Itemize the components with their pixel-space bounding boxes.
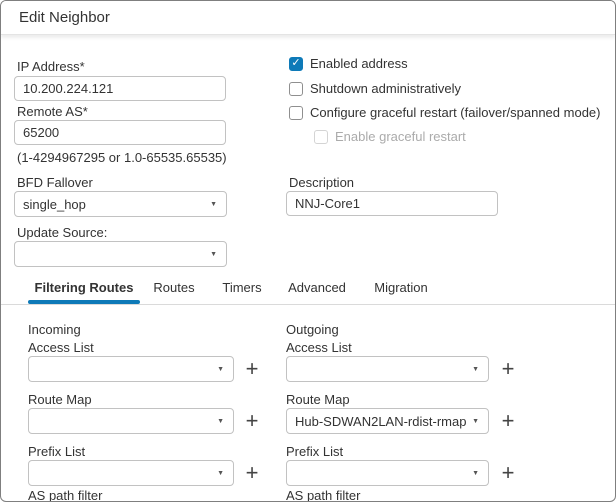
incoming-route-map-select[interactable]: ▼ [28, 408, 234, 434]
incoming-prefix-list-add-button[interactable]: + [242, 460, 262, 486]
remote-as-label: Remote AS* [17, 104, 88, 119]
remote-as-range-hint: (1-4294967295 or 1.0-65535.65535) [17, 150, 227, 165]
edit-neighbor-dialog: Edit Neighbor IP Address* Remote AS* (1-… [0, 0, 616, 502]
description-input[interactable] [286, 191, 498, 216]
tab-divider [1, 304, 615, 305]
incoming-route-map-add-button[interactable]: + [242, 408, 262, 434]
incoming-route-map-label: Route Map [28, 392, 92, 407]
enabled-address-checkbox-row[interactable]: ✓ Enabled address [289, 56, 408, 71]
enabled-address-checkbox[interactable]: ✓ [289, 57, 303, 71]
check-icon: ✓ [291, 58, 300, 69]
bfd-fallover-value: single_hop [15, 197, 210, 212]
tab-timers[interactable]: Timers [222, 280, 262, 305]
outgoing-route-map-add-button[interactable]: + [498, 408, 518, 434]
tab-migration[interactable]: Migration [372, 280, 430, 305]
outgoing-route-map-value: Hub-SDWAN2LAN-rdist-rmap [287, 414, 472, 429]
outgoing-access-list-select[interactable]: ▼ [286, 356, 489, 382]
ip-address-input[interactable] [14, 76, 226, 101]
dialog-header: Edit Neighbor [1, 1, 615, 35]
configure-graceful-restart-label: Configure graceful restart (failover/spa… [310, 105, 600, 120]
incoming-as-path-filter-label: AS path filter [28, 488, 102, 502]
incoming-prefix-list-label: Prefix List [28, 444, 85, 459]
incoming-section-heading: Incoming [28, 322, 81, 337]
chevron-down-icon: ▼ [217, 470, 233, 477]
outgoing-route-map-select[interactable]: Hub-SDWAN2LAN-rdist-rmap ▼ [286, 408, 489, 434]
configure-graceful-restart-checkbox-row[interactable]: Configure graceful restart (failover/spa… [289, 105, 600, 120]
incoming-access-list-select[interactable]: ▼ [28, 356, 234, 382]
outgoing-route-map-label: Route Map [286, 392, 350, 407]
tab-routes[interactable]: Routes [153, 280, 195, 305]
shutdown-administratively-checkbox-row[interactable]: Shutdown administratively [289, 81, 461, 96]
dialog-title: Edit Neighbor [19, 9, 110, 26]
outgoing-section-heading: Outgoing [286, 322, 339, 337]
bfd-fallover-label: BFD Fallover [17, 175, 93, 190]
outgoing-access-list-label: Access List [286, 340, 352, 355]
remote-as-input[interactable] [14, 120, 226, 145]
enable-graceful-restart-label: Enable graceful restart [335, 129, 466, 144]
update-source-select[interactable]: ▼ [14, 241, 227, 267]
enable-graceful-restart-checkbox-row: Enable graceful restart [314, 129, 466, 144]
chevron-down-icon: ▼ [472, 366, 488, 373]
ip-address-label: IP Address* [17, 59, 85, 74]
description-label: Description [289, 175, 354, 190]
shutdown-administratively-label: Shutdown administratively [310, 81, 461, 96]
configure-graceful-restart-checkbox[interactable] [289, 106, 303, 120]
update-source-label: Update Source: [17, 225, 107, 240]
outgoing-as-path-filter-label: AS path filter [286, 488, 360, 502]
enable-graceful-restart-checkbox [314, 130, 328, 144]
shutdown-administratively-checkbox[interactable] [289, 82, 303, 96]
chevron-down-icon: ▼ [217, 366, 233, 373]
tab-advanced[interactable]: Advanced [288, 280, 346, 305]
incoming-access-list-add-button[interactable]: + [242, 356, 262, 382]
outgoing-access-list-add-button[interactable]: + [498, 356, 518, 382]
chevron-down-icon: ▼ [210, 251, 226, 258]
bfd-fallover-select[interactable]: single_hop ▼ [14, 191, 227, 217]
incoming-access-list-label: Access List [28, 340, 94, 355]
incoming-prefix-list-select[interactable]: ▼ [28, 460, 234, 486]
outgoing-prefix-list-add-button[interactable]: + [498, 460, 518, 486]
outgoing-prefix-list-select[interactable]: ▼ [286, 460, 489, 486]
enabled-address-label: Enabled address [310, 56, 408, 71]
chevron-down-icon: ▼ [472, 470, 488, 477]
chevron-down-icon: ▼ [210, 201, 226, 208]
outgoing-prefix-list-label: Prefix List [286, 444, 343, 459]
chevron-down-icon: ▼ [217, 418, 233, 425]
chevron-down-icon: ▼ [472, 418, 488, 425]
